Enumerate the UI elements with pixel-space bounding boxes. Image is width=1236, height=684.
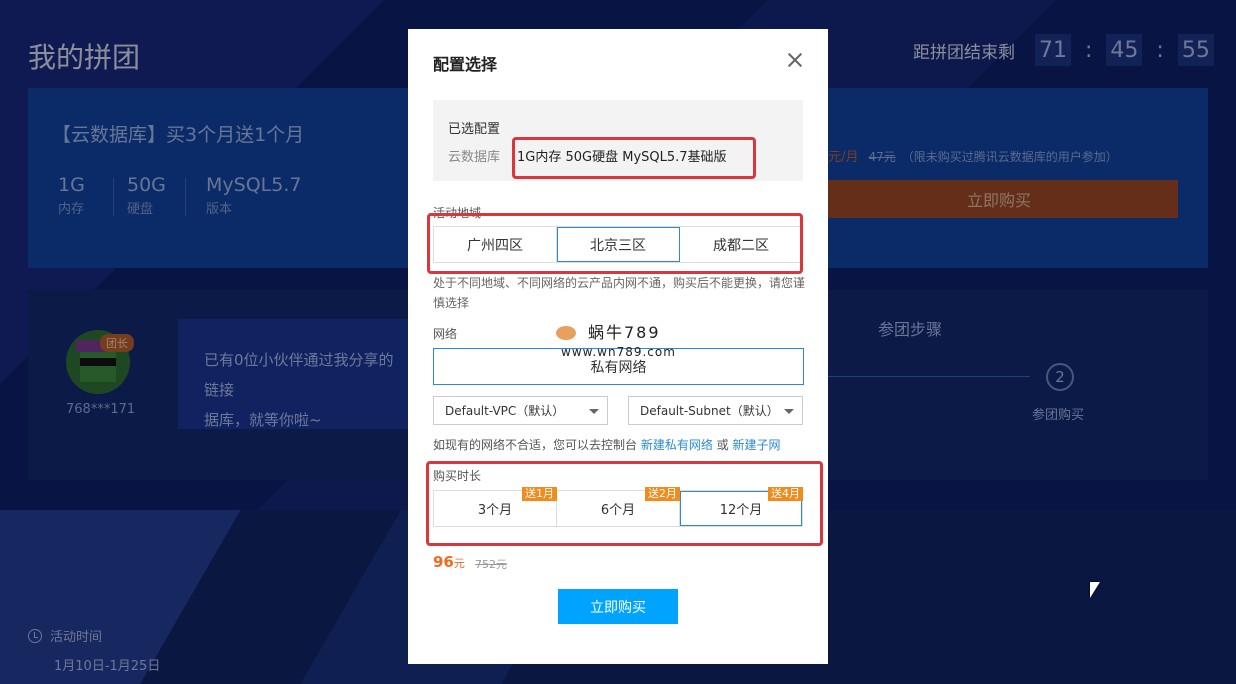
- original-price: 752元: [475, 558, 507, 571]
- network-label: 网络: [433, 327, 458, 341]
- subnet-select[interactable]: Default-Subnet（默认）: [628, 396, 803, 425]
- new-vpc-link[interactable]: 新建私有网络: [641, 438, 713, 452]
- modal-title: 配置选择: [433, 55, 498, 74]
- duration-option-12m[interactable]: 12个月 送4月: [680, 487, 803, 526]
- chevron-down-icon: [589, 409, 599, 414]
- bonus-tag: 送4月: [768, 487, 803, 501]
- region-option-beijing[interactable]: 北京三区: [557, 227, 680, 262]
- selected-config-key: 云数据库: [448, 150, 501, 165]
- network-help: 如现有的网络不合适，您可以去控制台 新建私有网络 或 新建子网: [433, 438, 781, 452]
- region-hint: 处于不同地域、不同网络的云产品内网不通，购买后不能更换，请您谨慎选择: [433, 276, 806, 310]
- new-subnet-link[interactable]: 新建子网: [732, 438, 780, 452]
- vpc-select[interactable]: Default-VPC（默认）: [433, 396, 608, 425]
- mouse-cursor-icon: [1090, 582, 1100, 598]
- watermark: 蜗牛789 www.wn789.com: [556, 319, 675, 359]
- config-modal: 配置选择 已选配置 云数据库 1G内存 50G硬盘 MySQL5.7基础版 活动…: [408, 29, 828, 664]
- highlight-box-config: [512, 137, 756, 179]
- chevron-down-icon: [784, 409, 794, 414]
- buy-now-button[interactable]: 立即购买: [558, 589, 678, 624]
- close-icon[interactable]: [786, 51, 804, 69]
- snail-mascot-icon: [556, 326, 576, 340]
- selected-config-title: 已选配置: [448, 122, 501, 137]
- price: 96元: [433, 553, 465, 571]
